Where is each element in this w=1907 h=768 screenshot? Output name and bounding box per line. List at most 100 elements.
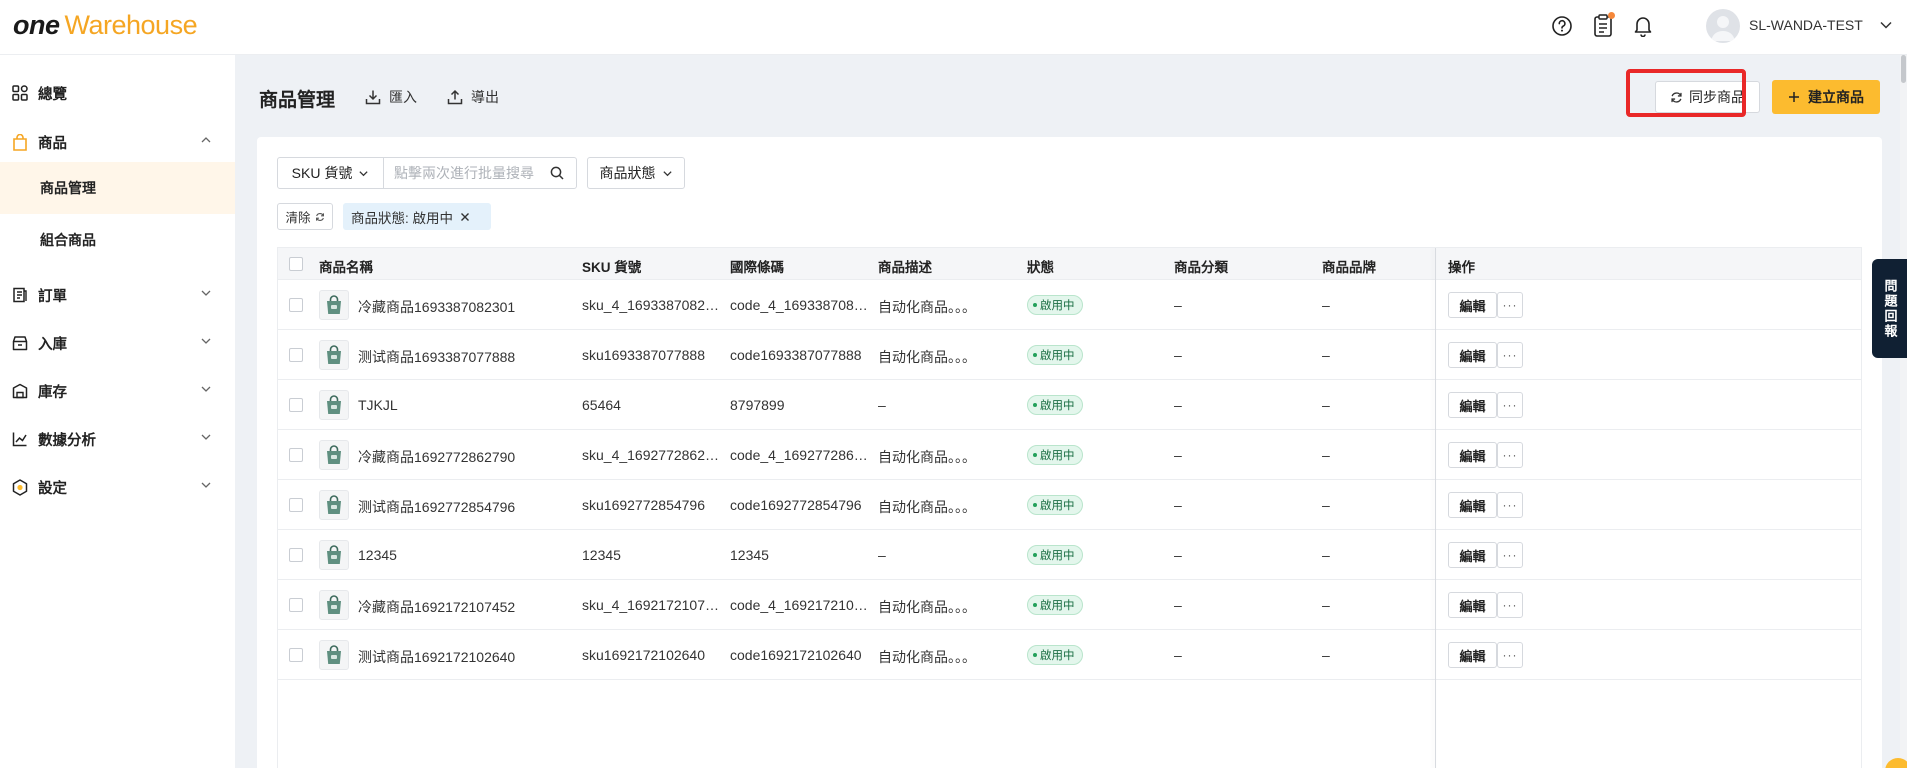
sidebar: 總覽 商品 商品管理 組合商品 訂單 入庫 庫存 數據分析 設定: [0, 55, 235, 768]
brand-cell: –: [1322, 497, 1330, 513]
description-cell: –: [878, 547, 886, 563]
highlight-box: [1626, 69, 1746, 117]
more-actions-button[interactable]: ···: [1497, 442, 1523, 468]
help-icon[interactable]: [1549, 13, 1575, 39]
clear-filters-button[interactable]: 清除: [277, 203, 333, 230]
sidebar-item-inbound[interactable]: 入庫: [0, 323, 235, 363]
row-checkbox[interactable]: [289, 498, 303, 512]
download-icon: [365, 90, 381, 105]
more-actions-button[interactable]: ···: [1497, 342, 1523, 368]
status-label: 啟用中: [1040, 450, 1075, 462]
table-row: 测试商品1693387077888 sku1693387077888 code169…: [278, 330, 1861, 380]
product-thumbnail: [319, 540, 349, 570]
column-header[interactable]: 商品分類: [1174, 256, 1228, 276]
column-header[interactable]: 商品品牌: [1322, 256, 1376, 276]
edit-button[interactable]: 編輯: [1448, 542, 1497, 568]
sidebar-item-label: 總覽: [38, 86, 67, 103]
sidebar-item-overview[interactable]: 總覽: [0, 73, 235, 113]
edit-button[interactable]: 編輯: [1448, 592, 1497, 618]
row-checkbox[interactable]: [289, 598, 303, 612]
more-actions-button[interactable]: ···: [1497, 492, 1523, 518]
edit-button[interactable]: 編輯: [1448, 342, 1497, 368]
more-actions-button[interactable]: ···: [1497, 292, 1523, 318]
chevron-down-icon: [200, 478, 212, 496]
chevron-down-icon: [662, 170, 672, 176]
row-checkbox[interactable]: [289, 398, 303, 412]
edit-button[interactable]: 編輯: [1448, 392, 1497, 418]
brand-cell: –: [1322, 647, 1330, 663]
product-bag-icon: [327, 345, 341, 364]
row-checkbox[interactable]: [289, 448, 303, 462]
brand-cell: –: [1322, 347, 1330, 363]
sku-select[interactable]: SKU 貨號: [278, 158, 384, 188]
product-icon: [11, 133, 29, 151]
sidebar-item-orders[interactable]: 訂單: [0, 275, 235, 315]
brand-cell: –: [1322, 597, 1330, 613]
column-header[interactable]: 商品名稱: [319, 256, 373, 276]
product-thumbnail: [319, 590, 349, 620]
more-actions-button[interactable]: ···: [1497, 592, 1523, 618]
description-cell: 自动化商品。。。: [878, 599, 976, 615]
status-label: 啟用中: [1040, 500, 1075, 512]
create-label: 建立商品: [1808, 89, 1864, 105]
category-cell: –: [1174, 647, 1182, 663]
barcode-cell: 12345: [730, 547, 769, 563]
search-input[interactable]: [394, 159, 554, 187]
sidebar-subitem-product-management[interactable]: 商品管理: [0, 162, 235, 214]
row-checkbox[interactable]: [289, 348, 303, 362]
row-checkbox[interactable]: [289, 648, 303, 662]
sku-cell: sku_4_1692172107452: [582, 597, 722, 613]
export-button[interactable]: 導出: [447, 85, 499, 109]
description-cell: 自动化商品。。。: [878, 499, 976, 515]
sidebar-item-settings[interactable]: 設定: [0, 467, 235, 507]
product-thumbnail: [319, 640, 349, 670]
edit-button[interactable]: 編輯: [1448, 442, 1497, 468]
status-badge: 啟用中: [1027, 295, 1083, 315]
sidebar-item-analytics[interactable]: 數據分析: [0, 419, 235, 459]
more-actions-button[interactable]: ···: [1497, 642, 1523, 668]
edit-button[interactable]: 編輯: [1448, 492, 1497, 518]
column-header[interactable]: 國際條碼: [730, 256, 784, 276]
status-dot: [1033, 353, 1037, 357]
more-actions-button[interactable]: ···: [1497, 542, 1523, 568]
sidebar-item-inventory[interactable]: 庫存: [0, 371, 235, 411]
chevron-up-icon: [200, 133, 212, 151]
column-header[interactable]: 商品描述: [878, 256, 932, 276]
refresh-icon: [315, 212, 324, 221]
scrollbar-thumb[interactable]: [1901, 55, 1906, 83]
avatar[interactable]: [1706, 9, 1740, 43]
sidebar-subitem-label: 商品管理: [40, 180, 96, 196]
sidebar-item-products[interactable]: 商品: [0, 122, 235, 162]
sku-select-label: SKU 貨號: [291, 165, 353, 181]
bell-icon[interactable]: [1630, 13, 1656, 39]
more-actions-button[interactable]: ···: [1497, 392, 1523, 418]
row-checkbox[interactable]: [289, 298, 303, 312]
table-row: 冷藏商品1692772862790 sku_4_1692772862790 code…: [278, 430, 1861, 480]
scrollbar[interactable]: [1900, 55, 1907, 768]
sidebar-subitem-bundle-products[interactable]: 組合商品: [0, 214, 235, 266]
category-cell: –: [1174, 447, 1182, 463]
search-icon[interactable]: [550, 166, 564, 185]
username[interactable]: SL-WANDA-TEST: [1749, 17, 1863, 33]
status-filter-select[interactable]: 商品狀態: [587, 157, 685, 189]
sku-cell: sku1692172102640: [582, 647, 706, 663]
feedback-tab[interactable]: 問題回報: [1872, 259, 1907, 358]
status-label: 啟用中: [1040, 350, 1075, 362]
active-filter-tag: 商品狀態: 啟用中: [343, 203, 491, 230]
table-header: 商品名稱 SKU 貨號 國際條碼 商品描述 狀態 商品分類 商品品牌 操作: [278, 248, 1861, 280]
create-product-button[interactable]: 建立商品: [1772, 80, 1880, 114]
status-label: 啟用中: [1040, 600, 1075, 612]
edit-button[interactable]: 編輯: [1448, 292, 1497, 318]
chevron-down-icon: [200, 334, 212, 352]
column-header[interactable]: SKU 貨號: [582, 256, 641, 276]
logo[interactable]: one Warehouse: [13, 10, 198, 40]
import-button[interactable]: 匯入: [365, 85, 417, 109]
row-checkbox[interactable]: [289, 548, 303, 562]
chevron-down-icon[interactable]: [1879, 18, 1893, 37]
column-header[interactable]: 狀態: [1027, 256, 1054, 276]
select-all-checkbox[interactable]: [289, 257, 303, 271]
close-icon[interactable]: [460, 212, 470, 222]
task-list-icon[interactable]: [1590, 12, 1616, 39]
edit-button[interactable]: 編輯: [1448, 642, 1497, 668]
logo-one: one: [13, 10, 60, 40]
